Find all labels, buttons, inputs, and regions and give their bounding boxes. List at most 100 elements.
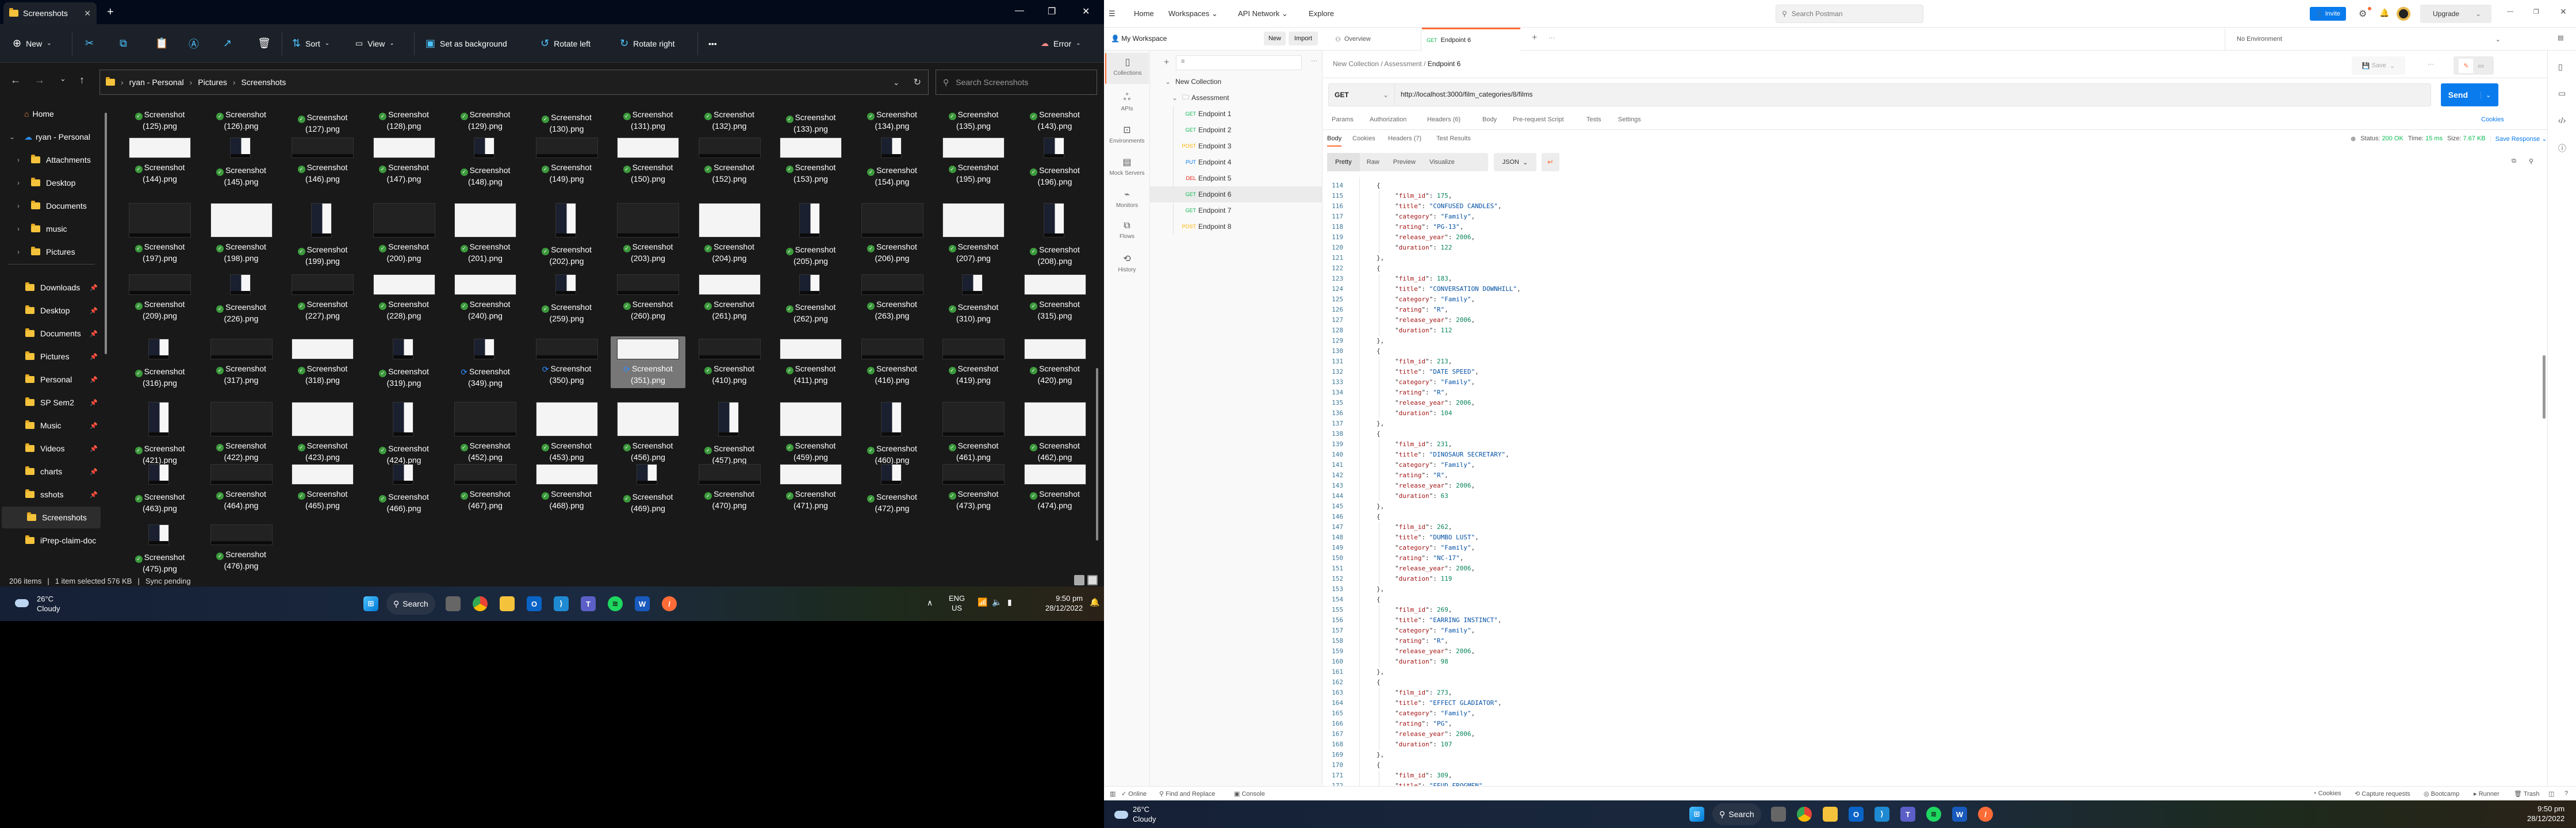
wrap-lines-icon[interactable]: ↵ bbox=[1542, 153, 1559, 171]
tab-endpoint-6[interactable]: GET Endpoint 6 bbox=[1422, 28, 1520, 51]
code-icon[interactable]: ‹/› bbox=[2558, 116, 2566, 125]
sidebar-item-home[interactable]: ⌂ Home bbox=[0, 103, 102, 125]
file-tile[interactable]: ✓ Screenshot (470).png bbox=[692, 462, 767, 513]
file-tile[interactable]: ✓ Screenshot (473).png bbox=[936, 462, 1011, 513]
file-tile[interactable]: ✓ Screenshot (474).png bbox=[1018, 462, 1092, 513]
rail-environments[interactable]: ⊡ Environments bbox=[1104, 124, 1150, 144]
file-tile[interactable]: ✓ Screenshot (421).png bbox=[122, 400, 197, 468]
chevron-right-icon[interactable]: › bbox=[17, 202, 20, 210]
file-tile[interactable]: ✓ Screenshot (259).png bbox=[530, 272, 604, 327]
outlook-icon[interactable]: O bbox=[527, 596, 542, 611]
file-tile[interactable]: ✓ Screenshot (476).png bbox=[204, 522, 279, 574]
word-icon[interactable]: W bbox=[1952, 807, 1967, 822]
file-tile[interactable]: ✓ Screenshot (420).png bbox=[1018, 336, 1092, 388]
teams-icon[interactable]: T bbox=[1900, 807, 1915, 822]
sidebar-item-pictures[interactable]: Pictures 📌 bbox=[0, 346, 102, 367]
file-tile[interactable]: ✓ Screenshot (472).png bbox=[855, 462, 930, 516]
forward-button[interactable]: → bbox=[34, 74, 45, 86]
nav-home[interactable]: Home bbox=[1134, 9, 1154, 18]
response-status[interactable]: Status: 200 OK bbox=[2360, 135, 2404, 143]
breadcrumb-collection[interactable]: New Collection bbox=[1333, 60, 1379, 68]
tree-request-6[interactable]: GET Endpoint 6 bbox=[1150, 186, 1322, 202]
large-icons-view-button[interactable] bbox=[1087, 575, 1098, 585]
minimize-button[interactable]: — bbox=[1015, 6, 1024, 16]
new-tab-button[interactable]: + bbox=[1532, 33, 1537, 43]
file-tile[interactable]: ⟳ Screenshot (351).png bbox=[611, 336, 685, 388]
outlook-icon[interactable]: O bbox=[1849, 807, 1864, 822]
pin-icon[interactable]: 📌 bbox=[90, 330, 98, 338]
file-tile[interactable]: ✓ Screenshot (129).png bbox=[448, 99, 523, 134]
tab-overview[interactable]: ⚇ Overview bbox=[1327, 28, 1421, 51]
chevron-right-icon[interactable]: › bbox=[17, 225, 20, 233]
chevron-down-icon[interactable]: ⌄ bbox=[9, 133, 15, 141]
file-tile[interactable]: ✓ Screenshot (424).png bbox=[367, 400, 442, 468]
tree-request-8[interactable]: POST Endpoint 8 bbox=[1150, 218, 1322, 235]
rail-history[interactable]: ⟲ History bbox=[1104, 253, 1150, 273]
file-tile[interactable]: ✓ Screenshot (146).png bbox=[285, 135, 360, 187]
file-tile[interactable]: ✓ Screenshot (208).png bbox=[1018, 201, 1092, 269]
file-tile[interactable]: ✓ Screenshot (453).png bbox=[530, 400, 604, 465]
breadcrumb-folder[interactable]: Assessment bbox=[1384, 60, 1421, 68]
request-tab-params[interactable]: Params bbox=[1332, 116, 1354, 123]
file-tile[interactable]: ✓ Screenshot (200).png bbox=[367, 201, 442, 266]
copy-icon[interactable]: ⧉ bbox=[120, 24, 127, 63]
bootcamp[interactable]: ◎ Bootcamp bbox=[2424, 790, 2459, 798]
file-tile[interactable]: ✓ Screenshot (207).png bbox=[936, 201, 1011, 266]
file-tile[interactable]: ✓ Screenshot (143).png bbox=[1018, 99, 1092, 134]
tree-request-3[interactable]: POST Endpoint 3 bbox=[1150, 138, 1322, 154]
file-explorer-icon[interactable] bbox=[1823, 807, 1838, 822]
content-scrollbar[interactable] bbox=[1096, 368, 1098, 540]
sidebar-item-desktop[interactable]: Desktop 📌 bbox=[0, 300, 102, 321]
tree-request-2[interactable]: GET Endpoint 2 bbox=[1150, 122, 1322, 138]
rotate-right-button[interactable]: ↻ Rotate right bbox=[620, 24, 674, 63]
onedrive-status-button[interactable]: ☁ Error ⌄ bbox=[1041, 24, 1081, 63]
search-response-icon[interactable]: ⚲ bbox=[2529, 158, 2533, 165]
file-tile[interactable]: ✓ Screenshot (149).png bbox=[530, 135, 604, 187]
chevron-right-icon[interactable]: › bbox=[17, 156, 20, 164]
file-tile[interactable]: ✓ Screenshot (205).png bbox=[773, 201, 848, 269]
view-visualize[interactable]: Visualize bbox=[1423, 159, 1462, 166]
file-tile[interactable]: ✓ Screenshot (462).png bbox=[1018, 400, 1092, 465]
nav-api-network[interactable]: API Network ⌄ bbox=[1238, 9, 1288, 18]
weather-widget[interactable]: 26°C Cloudy bbox=[37, 594, 60, 614]
address-bar[interactable]: › ryan - Personal › Pictures › Screenshots… bbox=[99, 70, 929, 95]
sidebar-item-music[interactable]: › music bbox=[0, 218, 102, 240]
file-tile[interactable]: ✓ Screenshot (262).png bbox=[773, 272, 848, 327]
word-icon[interactable]: W bbox=[635, 596, 650, 611]
pin-icon[interactable]: 📌 bbox=[90, 284, 98, 292]
back-button[interactable]: ← bbox=[10, 74, 21, 86]
sidebar-item-attachments[interactable]: › Attachments bbox=[0, 149, 102, 171]
breadcrumb-screenshots[interactable]: Screenshots bbox=[241, 78, 286, 87]
file-tile[interactable]: ✓ Screenshot (134).png bbox=[855, 99, 930, 134]
request-tab-body[interactable]: Body bbox=[1482, 116, 1497, 123]
chevron-down-icon[interactable]: ⌄ bbox=[1165, 78, 1171, 86]
capture-requests[interactable]: ⟲ Capture requests bbox=[2355, 790, 2410, 798]
chevron-right-icon[interactable]: › bbox=[17, 179, 20, 187]
file-tile[interactable]: ✓ Screenshot (315).png bbox=[1018, 272, 1092, 324]
file-tile[interactable]: ✓ Screenshot (471).png bbox=[773, 462, 848, 513]
filter-input[interactable]: ≡ bbox=[1176, 55, 1302, 70]
url-input[interactable]: http://localhost:3000/film_categories/8/… bbox=[1401, 90, 1532, 98]
pin-icon[interactable]: 📌 bbox=[90, 468, 98, 476]
file-tile[interactable]: ✓ Screenshot (467).png bbox=[448, 462, 523, 513]
spotify-icon[interactable]: ≋ bbox=[608, 596, 623, 611]
pin-icon[interactable]: 📌 bbox=[90, 399, 98, 407]
format-select[interactable]: JSON ⌄ bbox=[1494, 153, 1536, 171]
file-tile[interactable]: ✓ Screenshot (468).png bbox=[530, 462, 604, 513]
edit-mode-toggle[interactable]: ✎ ▭ bbox=[2454, 56, 2494, 75]
cookies-link[interactable]: Cookies bbox=[2481, 116, 2504, 123]
file-tile[interactable]: ✓ Screenshot (204).png bbox=[692, 201, 767, 266]
file-tile[interactable]: ✓ Screenshot (202).png bbox=[530, 201, 604, 269]
tree-request-4[interactable]: PUT Endpoint 4 bbox=[1150, 154, 1322, 170]
view-preview[interactable]: Preview bbox=[1386, 159, 1423, 166]
two-pane-icon[interactable]: ◫ bbox=[2548, 790, 2554, 798]
file-tile[interactable]: ✓ Screenshot (203).png bbox=[611, 201, 685, 266]
rail-mock-servers[interactable]: ▤ Mock Servers bbox=[1104, 156, 1150, 177]
collection-options-icon[interactable]: ··· bbox=[1311, 57, 1317, 64]
file-tile[interactable]: ✓ Screenshot (319).png bbox=[367, 336, 442, 391]
sidebar-item-personal[interactable]: Personal 📌 bbox=[0, 369, 102, 390]
refresh-icon[interactable]: ↻ bbox=[914, 76, 921, 88]
vscode-icon[interactable]: ⟩ bbox=[554, 596, 569, 611]
find-and-replace[interactable]: ⚲ Find and Replace bbox=[1159, 790, 1215, 798]
file-tile[interactable]: ⟳ Screenshot (350).png bbox=[530, 336, 604, 388]
